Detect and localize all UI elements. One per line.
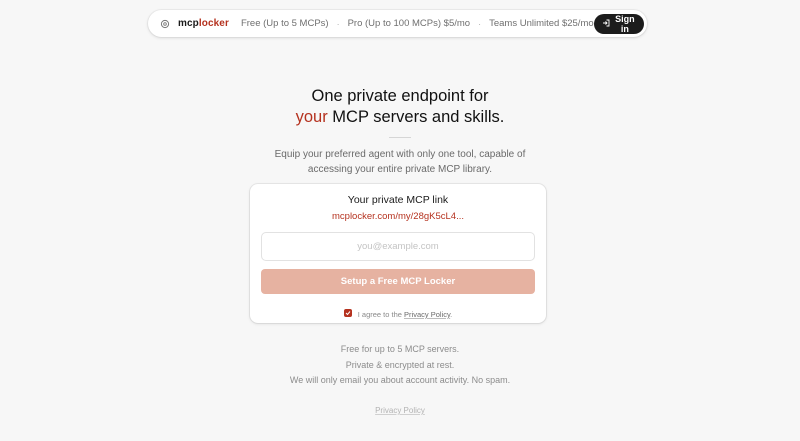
sign-in-button[interactable]: Sign in bbox=[593, 13, 644, 34]
check-icon bbox=[345, 311, 351, 316]
note-free-tier: Free for up to 5 MCP servers. bbox=[340, 344, 460, 354]
tier-pro-link[interactable]: Pro (Up to 100 MCPs) $5/mo bbox=[348, 18, 471, 29]
info-notes: Free for up to 5 MCP servers. Private & … bbox=[0, 342, 800, 389]
logo-locker: locker bbox=[198, 18, 229, 29]
note-encryption: Private & encrypted at rest. bbox=[345, 359, 455, 370]
setup-locker-button[interactable]: Setup a Free MCP Locker bbox=[261, 269, 535, 294]
privacy-agreement: I agree to the Privacy Policy. bbox=[250, 304, 546, 322]
tier-free-link[interactable]: Free (Up to 5 MCPs) bbox=[241, 18, 329, 29]
email-field[interactable] bbox=[261, 232, 535, 261]
separator: · bbox=[478, 18, 482, 29]
title-accent: your bbox=[295, 108, 328, 126]
login-icon bbox=[602, 19, 610, 29]
agree-prefix: I agree to the bbox=[357, 310, 405, 319]
divider bbox=[389, 137, 411, 138]
agree-checkbox[interactable] bbox=[343, 309, 352, 317]
title-line-2: MCP servers and skills. bbox=[327, 108, 505, 126]
title-line-1: One private endpoint for bbox=[311, 87, 489, 105]
logo-mcp: mcp bbox=[178, 18, 199, 29]
separator: · bbox=[336, 18, 340, 29]
signup-card: Your private MCP link mcplocker.com/my/2… bbox=[250, 184, 546, 323]
private-mcp-link[interactable]: mcplocker.com/my/28gK5cL4... bbox=[250, 211, 546, 222]
note-email: We will only email you about account act… bbox=[289, 375, 511, 385]
page-title: One private endpoint for your MCP server… bbox=[0, 86, 800, 128]
logo[interactable]: mcplocker bbox=[178, 18, 229, 29]
card-title: Your private MCP link bbox=[347, 194, 449, 206]
top-nav-bar: mcplocker Free (Up to 5 MCPs) · Pro (Up … bbox=[148, 10, 647, 37]
subtitle: Equip your preferred agent with only one… bbox=[274, 149, 526, 175]
gear-icon bbox=[160, 19, 170, 29]
tier-teams-link[interactable]: Teams Unlimited $25/mo bbox=[489, 18, 594, 29]
hero-section: One private endpoint for your MCP server… bbox=[0, 86, 800, 177]
footer-privacy-policy-link[interactable]: Privacy Policy bbox=[0, 406, 800, 415]
agree-suffix: . bbox=[450, 310, 453, 319]
sign-in-label: Sign in bbox=[615, 13, 635, 34]
privacy-policy-link[interactable]: Privacy Policy bbox=[404, 310, 450, 319]
